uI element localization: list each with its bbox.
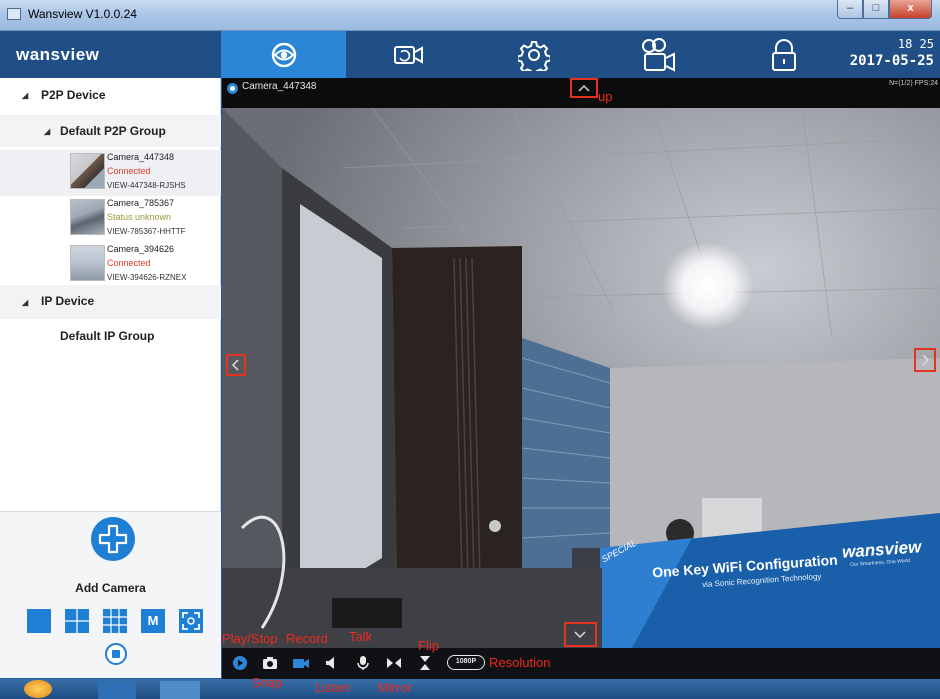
add-camera-button[interactable] [91, 517, 135, 561]
video-control-bar: 1080P [222, 648, 940, 679]
window-controls: – □ x [837, 0, 932, 20]
chevron-right-icon [922, 354, 930, 366]
p2p-group-label: Default P2P Group [60, 124, 166, 138]
video-camera-name: Camera_447348 [242, 81, 317, 92]
camera-item[interactable]: Camera_394626 Connected VIEW-394626-RZNE… [0, 242, 221, 288]
plus-icon [98, 524, 128, 554]
gear-icon [517, 40, 550, 71]
camera-thumbnail [70, 199, 105, 235]
tab-live-view[interactable] [221, 31, 346, 78]
camera-item[interactable]: Camera_447348 Connected VIEW-447348-RJSH… [0, 150, 221, 196]
taskbar-app-icon[interactable] [98, 681, 136, 699]
eye-icon [271, 42, 296, 67]
ptz-down-button[interactable] [564, 622, 597, 647]
annotation-listen: Listen [315, 680, 350, 695]
clock-time: 18 25 [897, 37, 934, 51]
ptz-up-button[interactable] [570, 78, 598, 98]
play-stop-button[interactable] [232, 655, 248, 671]
date-time: 18 25 2017-05-25 [850, 37, 934, 69]
close-button[interactable]: x [889, 0, 932, 19]
video-camera-icon [393, 45, 423, 64]
collapse-triangle-icon[interactable]: ◢ [22, 298, 28, 307]
camera-name: Camera_394626 [107, 244, 175, 254]
layout-1-button[interactable] [27, 609, 51, 633]
annotation-flip: Flip [418, 638, 439, 653]
window-title: Wansview V1.0.0.24 [28, 7, 137, 21]
wansview-logo: wansview [16, 45, 100, 64]
mirror-button[interactable] [386, 655, 402, 671]
camera-id: VIEW-394626-RZNEX [107, 273, 187, 282]
layout-m-button[interactable]: M [141, 609, 165, 633]
camera-name: Camera_447348 [107, 152, 175, 162]
add-camera-label: Add Camera [75, 581, 146, 595]
annotation-up: up [598, 89, 613, 104]
ip-group-label: Default IP Group [60, 329, 155, 343]
annotation-mirror: Mirror [378, 680, 412, 695]
layout-4-button[interactable] [65, 609, 89, 633]
lock-icon [771, 38, 796, 71]
maximize-button[interactable]: □ [863, 0, 889, 19]
camera-status: Connected [107, 166, 151, 176]
chevron-down-icon [574, 631, 586, 639]
app-icon [7, 8, 21, 20]
minimize-button[interactable]: – [837, 0, 863, 19]
tab-lock[interactable] [721, 31, 846, 78]
annotation-talk: Talk [349, 629, 373, 644]
camera-id: VIEW-785367-HHTTF [107, 227, 186, 236]
ptz-left-button[interactable] [226, 354, 246, 376]
layout-9-button[interactable] [103, 609, 127, 633]
annotation-play-stop: Play/Stop [222, 631, 278, 646]
camera-name: Camera_785367 [107, 198, 175, 208]
resolution-button[interactable]: 1080P [447, 655, 485, 670]
annotation-snap: Snap [252, 675, 283, 690]
listen-button[interactable] [324, 655, 338, 671]
fullscreen-icon [182, 612, 200, 630]
tree-default-ip-group[interactable]: Default IP Group [0, 321, 221, 355]
snap-button[interactable] [262, 655, 278, 671]
talk-button[interactable] [356, 655, 370, 671]
start-orb-icon[interactable] [24, 680, 52, 698]
video-feed[interactable]: SPECIAL One Key WiFi Configuration via S… [222, 108, 940, 648]
collapse-triangle-icon[interactable]: ◢ [22, 91, 28, 100]
app-header: wansview 18 25 2017-05-25 [0, 31, 940, 78]
tree-p2p-device[interactable]: ◢ P2P Device [0, 78, 221, 112]
camera-status: Connected [107, 258, 151, 268]
camera-status: Status unknown [107, 212, 172, 222]
video-stats: N=(1/2) FPS:24 [889, 80, 938, 87]
annotation-resolution: Resolution [489, 655, 551, 670]
live-indicator [227, 83, 238, 94]
add-camera-panel: Add Camera M [0, 511, 221, 678]
device-sidebar: ◢ P2P Device ◢ Default P2P Group Camera_… [0, 78, 221, 678]
tab-recording[interactable] [596, 31, 721, 78]
flip-button[interactable] [418, 655, 432, 671]
record-button[interactable] [292, 655, 310, 671]
annotation-record: Record [286, 631, 328, 646]
chevron-up-icon [578, 84, 590, 92]
tab-settings[interactable] [471, 31, 596, 78]
taskbar-app-icon[interactable] [160, 681, 200, 699]
windows-taskbar [0, 679, 940, 699]
camera-thumbnail [70, 245, 105, 281]
ptz-right-button[interactable] [914, 348, 936, 372]
collapse-triangle-icon[interactable]: ◢ [44, 127, 50, 136]
tree-ip-device[interactable]: ◢ IP Device [0, 285, 221, 319]
stop-all-button[interactable] [105, 643, 127, 665]
window-titlebar[interactable]: Wansview V1.0.0.24 – □ x [0, 0, 940, 31]
grid-4-icon [65, 609, 89, 633]
grid-9-icon [103, 609, 127, 633]
chevron-left-icon [231, 359, 239, 371]
tree-default-p2p-group[interactable]: ◢ Default P2P Group [0, 115, 221, 147]
camera-thumbnail [70, 153, 105, 189]
ip-device-label: IP Device [41, 294, 95, 308]
cloud-camera-icon [641, 37, 675, 72]
p2p-device-label: P2P Device [41, 88, 106, 102]
camera-id: VIEW-447348-RJSHS [107, 181, 186, 190]
fullscreen-button[interactable] [179, 609, 203, 633]
tab-playback[interactable] [346, 31, 471, 78]
clock-date: 2017-05-25 [849, 53, 934, 69]
camera-item[interactable]: Camera_785367 Status unknown VIEW-785367… [0, 196, 221, 242]
